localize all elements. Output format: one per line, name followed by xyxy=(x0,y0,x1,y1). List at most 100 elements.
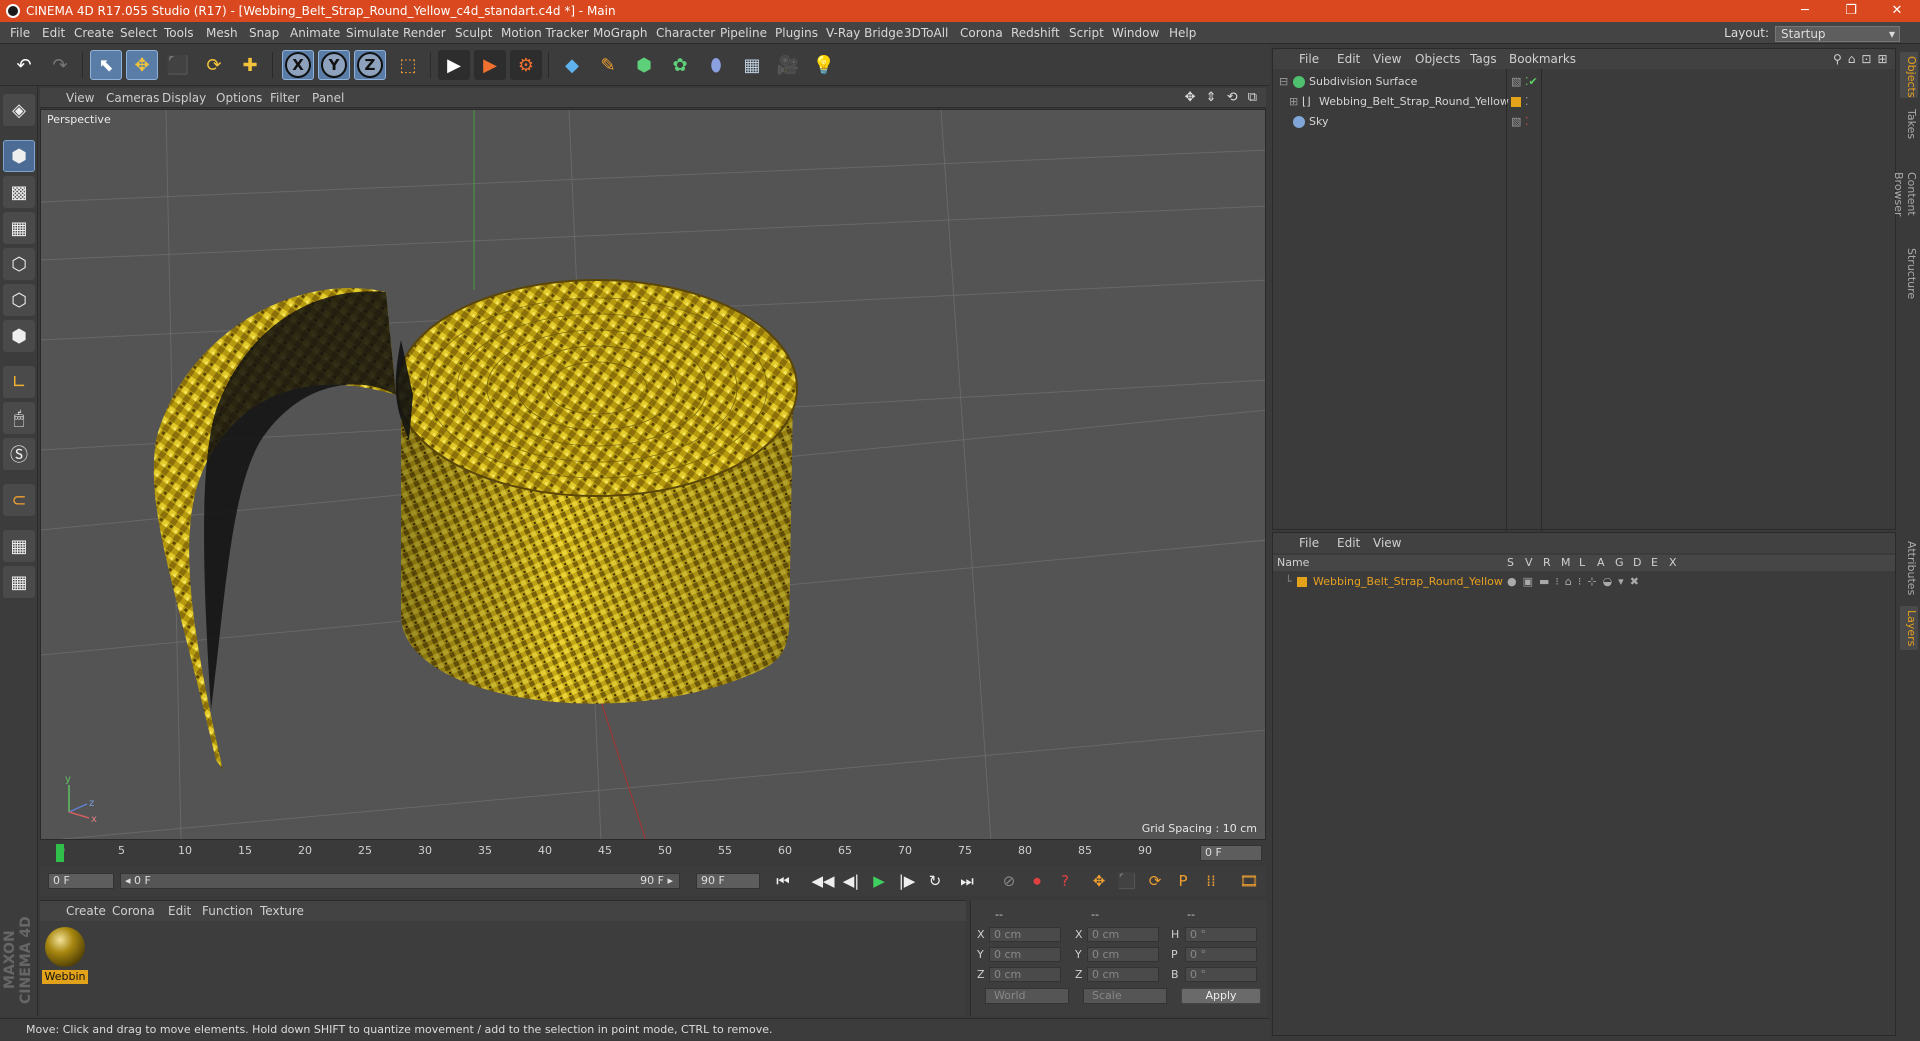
position-x-field[interactable]: 0 cm xyxy=(989,927,1061,942)
tweak-mode-button[interactable]: 🖱 xyxy=(3,402,35,434)
menu-file[interactable]: File xyxy=(10,26,30,40)
points-mode-button[interactable]: ⬡ xyxy=(3,248,35,280)
menu-animate[interactable]: Animate xyxy=(290,26,340,40)
menu-mesh[interactable]: Mesh xyxy=(206,26,238,40)
viewport-navigation-icons[interactable]: ✥ ⇕ ⟲ ⧉ xyxy=(1185,90,1260,105)
workplane-mode-button[interactable]: ▦ xyxy=(3,212,35,244)
size-mode-dropdown[interactable]: Scale xyxy=(1083,988,1167,1004)
3d-viewport[interactable]: y z x Perspective Grid Spacing : 10 cm xyxy=(40,109,1266,840)
camera-button[interactable]: 🎥 xyxy=(772,50,804,80)
make-editable-button[interactable]: ◈ xyxy=(3,94,35,126)
undo-button[interactable]: ↶ xyxy=(8,50,40,80)
layout-dropdown[interactable]: Startup xyxy=(1775,25,1900,42)
loop-button[interactable]: ↻ xyxy=(922,869,948,893)
render-settings-button[interactable]: ⚙ xyxy=(510,50,542,80)
layer-color-swatch[interactable] xyxy=(1297,577,1307,587)
collapse-icon[interactable]: ⊟ xyxy=(1279,73,1288,91)
scale-tool-button[interactable]: ⬛ xyxy=(162,50,194,80)
object-row-sky[interactable]: Sky ▧ ⁚ xyxy=(1273,113,1895,131)
objects-menu-objects[interactable]: Objects xyxy=(1415,52,1460,66)
close-button[interactable]: ✕ xyxy=(1874,0,1920,22)
deformer-button[interactable]: ⬮ xyxy=(700,50,732,80)
tab-attributes[interactable]: Attributes xyxy=(1900,534,1918,602)
material-menu-corona[interactable]: Corona xyxy=(112,904,155,918)
menu-simulate[interactable]: Simulate xyxy=(346,26,399,40)
menu-script[interactable]: Script xyxy=(1069,26,1104,40)
size-x-field[interactable]: 0 cm xyxy=(1087,927,1159,942)
enable-axis-button[interactable]: ∟ xyxy=(3,366,35,398)
layer-toggle-icons[interactable]: ●▣▬⁝⌂⁝⊹◒▾✖ xyxy=(1507,573,1645,591)
viewport-menu-display[interactable]: Display xyxy=(162,91,206,105)
tab-takes[interactable]: Takes xyxy=(1900,104,1918,144)
cube-object-button[interactable]: ◆ xyxy=(556,50,588,80)
layer-row[interactable]: └ Webbing_Belt_Strap_Round_Yellow ●▣▬⁝⌂⁝… xyxy=(1273,573,1895,591)
menu-3dtoall[interactable]: 3DToAll xyxy=(904,26,948,40)
material-menu-texture[interactable]: Texture xyxy=(260,904,304,918)
layers-menu-edit[interactable]: Edit xyxy=(1337,536,1360,550)
visibility-toggle-icon[interactable]: ▧ xyxy=(1511,113,1521,131)
visibility-toggle-icon[interactable]: ▧ xyxy=(1511,73,1521,91)
minimize-button[interactable]: ─ xyxy=(1782,0,1828,22)
go-to-end-button[interactable]: ⏭ xyxy=(954,869,980,893)
rotation-h-field[interactable]: 0 ° xyxy=(1185,927,1257,942)
tab-structure[interactable]: Structure xyxy=(1900,244,1918,300)
menu-select[interactable]: Select xyxy=(120,26,157,40)
enabled-check-icon[interactable]: ⁚✔ xyxy=(1525,73,1538,91)
key-pla-button[interactable]: ⁞⁞ xyxy=(1198,869,1224,893)
object-manager-tool-icons[interactable]: ⚲⌂⊡⊞ xyxy=(1833,52,1894,66)
menu-render[interactable]: Render xyxy=(403,26,446,40)
edges-mode-button[interactable]: ⬡ xyxy=(3,284,35,316)
key-position-button[interactable]: ✥ xyxy=(1086,869,1112,893)
subdivision-surface-button[interactable]: ⬢ xyxy=(628,50,660,80)
menu-tools[interactable]: Tools xyxy=(164,26,194,40)
size-z-field[interactable]: 0 cm xyxy=(1087,967,1159,982)
material-menu-create[interactable]: Create xyxy=(66,904,106,918)
key-scale-button[interactable]: ⬛ xyxy=(1114,869,1140,893)
tab-content-browser[interactable]: Content Browser xyxy=(1892,148,1918,240)
objects-menu-bookmarks[interactable]: Bookmarks xyxy=(1509,52,1576,66)
viewport-menu-cameras[interactable]: Cameras xyxy=(106,91,159,105)
menu-corona[interactable]: Corona xyxy=(960,26,1003,40)
material-menu-edit[interactable]: Edit xyxy=(168,904,191,918)
move-tool-button[interactable]: ✥ xyxy=(126,50,158,80)
timeline-ruler[interactable]: 0 5 10 15 20 25 30 35 40 45 50 55 60 65 … xyxy=(40,842,1266,864)
menu-window[interactable]: Window xyxy=(1112,26,1159,40)
render-view-button[interactable]: ▶ xyxy=(438,50,470,80)
layers-menu-file[interactable]: File xyxy=(1299,536,1319,550)
motion-record-button[interactable]: ⊘ xyxy=(996,869,1022,893)
record-keys-button[interactable]: ⏺ xyxy=(1024,869,1050,893)
menu-plugins[interactable]: Plugins xyxy=(775,26,818,40)
viewport-menu-view[interactable]: View xyxy=(66,91,94,105)
menu-snap[interactable]: Snap xyxy=(249,26,279,40)
floor-button[interactable]: ▦ xyxy=(736,50,768,80)
size-y-field[interactable]: 0 cm xyxy=(1087,947,1159,962)
restore-button[interactable]: ❐ xyxy=(1828,0,1874,22)
menu-motion-tracker[interactable]: Motion Tracker xyxy=(501,26,589,40)
cloner-button[interactable]: ✿ xyxy=(664,50,696,80)
current-frame-field[interactable]: 0 F xyxy=(1200,845,1262,861)
light-button[interactable]: 💡 xyxy=(808,50,840,80)
key-parameter-button[interactable]: P xyxy=(1170,869,1196,893)
position-z-field[interactable]: 0 cm xyxy=(989,967,1061,982)
material-tag-icon[interactable] xyxy=(1511,97,1521,107)
objects-menu-file[interactable]: File xyxy=(1299,52,1319,66)
rotate-tool-button[interactable]: ⟳ xyxy=(198,50,230,80)
visibility-dots-icon[interactable]: ⁚ xyxy=(1525,93,1529,111)
end-frame-field[interactable]: 90 F xyxy=(696,873,760,889)
rotation-p-field[interactable]: 0 ° xyxy=(1185,947,1257,962)
timeline-window-button[interactable]: 🎞 xyxy=(1236,869,1262,893)
material-swatch[interactable]: Webbin xyxy=(42,925,88,987)
menu-create[interactable]: Create xyxy=(74,26,114,40)
redo-button[interactable]: ↷ xyxy=(44,50,76,80)
material-menu-function[interactable]: Function xyxy=(202,904,253,918)
objects-menu-edit[interactable]: Edit xyxy=(1337,52,1360,66)
previous-key-button[interactable]: ◀◀ xyxy=(810,869,836,893)
objects-menu-tags[interactable]: Tags xyxy=(1470,52,1497,66)
solo-button[interactable]: Ⓢ xyxy=(3,438,35,470)
object-row-subdivision-surface[interactable]: ⊟ Subdivision Surface ▧ ⁚✔ xyxy=(1273,73,1895,91)
previous-frame-button[interactable]: ◀| xyxy=(838,869,864,893)
menu-mograph[interactable]: MoGraph xyxy=(593,26,648,40)
frame-range-slider[interactable]: ◂ 0 F 90 F ▸ xyxy=(120,873,680,889)
polygons-mode-button[interactable]: ⬢ xyxy=(3,320,35,352)
menu-character[interactable]: Character xyxy=(656,26,715,40)
